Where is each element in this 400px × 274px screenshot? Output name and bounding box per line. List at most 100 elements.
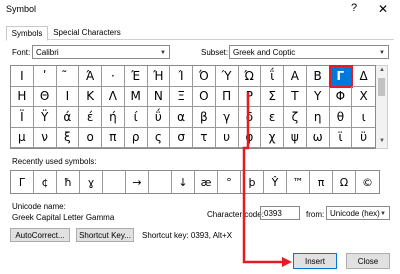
symbol-cell[interactable]: ή [102,107,125,128]
recent-symbol-cell[interactable]: Γ [11,171,34,193]
symbol-cell[interactable]: ζ [284,107,307,128]
grid-scrollbar[interactable]: ▲ ▼ [376,65,388,149]
symbol-cell[interactable]: γ [215,107,239,128]
symbol-cell[interactable]: φ [238,127,262,148]
character-code-input[interactable]: 0393 [260,206,300,220]
symbol-cell[interactable]: I [11,66,34,87]
symbol-cell[interactable]: ΐ [261,66,284,87]
recent-symbol-cell[interactable]: Ŷ [264,171,287,193]
symbol-cell[interactable]: Π [215,86,239,107]
symbol-cell[interactable]: Φ [329,86,353,107]
symbol-cell[interactable]: ί [124,107,148,128]
recent-symbol-cell[interactable]: ° [218,171,241,193]
unicode-name-value: Greek Capital Letter Gamma [12,213,115,222]
font-value: Calibri [36,48,59,57]
symbol-cell[interactable]: ʹ [33,66,57,87]
symbol-cell[interactable]: Β [306,66,330,87]
symbol-cell[interactable]: ν [33,127,57,148]
symbol-cell[interactable]: Θ [33,86,57,107]
symbol-cell[interactable]: χ [261,127,284,148]
insert-button[interactable]: Insert [293,253,337,269]
recent-symbol-cell[interactable]: Ω [333,171,356,193]
symbol-cell[interactable]: ψ [284,127,307,148]
symbol-cell[interactable]: Α [284,66,307,87]
symbol-cell[interactable]: ϊ [329,127,353,148]
symbol-cell[interactable]: Ο [193,86,216,107]
recent-symbol-cell[interactable]: ϸ [241,171,264,193]
recent-symbol-cell[interactable]: ↓ [172,171,195,193]
symbol-cell[interactable]: α [170,107,193,128]
symbol-cell[interactable]: Χ [352,87,375,107]
symbol-cell[interactable]: ͂ [56,66,80,87]
symbol-cell[interactable]: Κ [79,86,102,107]
symbol-cell[interactable]: ϋ [352,128,375,148]
symbol-cell[interactable]: Η [11,86,34,107]
symbol-cell[interactable]: Ή [147,66,171,87]
symbol-cell[interactable]: σ [170,127,193,148]
symbol-cell[interactable]: έ [79,107,102,128]
scroll-down-icon[interactable]: ▼ [377,138,387,147]
recent-symbol-cell[interactable]: æ [195,171,218,193]
subset-select[interactable]: Greek and Coptic ▼ [229,45,389,59]
symbol-cell[interactable]: ρ [124,127,148,148]
symbol-cell[interactable]: Ρ [238,86,262,107]
autocorrect-button[interactable]: AutoCorrect... [10,228,70,242]
symbol-cell[interactable]: ο [79,127,102,148]
symbol-cell[interactable]: Ξ [170,86,193,107]
symbol-cell[interactable]: Τ [284,86,307,107]
symbol-cell[interactable]: Λ [102,86,125,107]
scroll-thumb[interactable] [378,78,385,96]
recent-symbol-cell[interactable] [149,171,172,193]
recent-symbol-cell[interactable]: © [356,171,379,193]
symbol-cell[interactable]: υ [215,127,239,148]
symbol-cell[interactable]: Ϋ [33,107,57,128]
symbol-cell[interactable]: Μ [124,86,148,107]
symbol-cell[interactable]: Ι [56,86,80,107]
font-select[interactable]: Calibri ▼ [32,45,170,59]
help-button[interactable]: ? [348,2,360,16]
recent-symbol-cell[interactable]: ħ [57,171,80,193]
symbol-cell[interactable]: Ί [170,66,193,87]
symbol-cell[interactable]: Δ [352,66,375,87]
symbol-cell[interactable]: β [193,107,216,128]
tab-special-characters[interactable]: Special Characters [52,26,122,40]
scroll-up-icon[interactable]: ▲ [377,67,387,76]
symbol-cell[interactable]: ΰ [147,107,171,128]
symbol-cell[interactable]: μ [11,127,34,148]
from-select[interactable]: Unicode (hex) ▼ [326,206,390,220]
recent-symbol-cell[interactable]: π [310,171,333,193]
recent-symbol-cell[interactable] [103,171,126,193]
shortcut-key-button[interactable]: Shortcut Key... [76,228,134,242]
symbol-cell[interactable]: δ [238,107,262,128]
close-button[interactable]: Close [346,253,390,269]
recent-symbol-cell[interactable]: → [126,171,149,193]
subset-value: Greek and Coptic [233,48,296,57]
symbol-cell[interactable]: π [102,127,125,148]
symbol-cell[interactable]: Ό [193,66,216,87]
tab-symbols[interactable]: Symbols [6,26,48,41]
recent-symbol-cell[interactable]: ¢ [34,171,57,193]
symbol-cell[interactable]: ι [352,107,375,128]
symbol-cell[interactable]: ω [306,127,330,148]
symbol-cell[interactable]: Ώ [238,66,262,87]
symbol-cell[interactable]: ά [56,107,80,128]
symbol-cell[interactable]: Έ [124,66,148,87]
symbol-cell[interactable]: ξ [56,127,80,148]
symbol-cell[interactable]: Ϊ [11,107,34,128]
symbol-cell-selected[interactable]: Γ [328,65,354,88]
recent-symbol-cell[interactable]: ɣ [80,171,103,193]
symbol-cell[interactable]: θ [329,107,353,128]
close-icon[interactable]: ✕ [376,2,390,16]
recent-symbols-grid: Γ ¢ ħ ɣ → ↓ æ ° ϸ Ŷ ™ π Ω © [10,170,380,194]
symbol-cell[interactable]: Υ [306,86,330,107]
symbol-cell[interactable]: Ά [79,66,102,87]
symbol-cell[interactable]: τ [193,127,216,148]
symbol-cell[interactable]: ς [147,127,171,148]
symbol-cell[interactable]: Σ [261,86,284,107]
symbol-cell[interactable]: η [306,107,330,128]
symbol-cell[interactable]: · [102,66,125,87]
recent-symbol-cell[interactable]: ™ [287,171,310,193]
symbol-cell[interactable]: ε [261,107,284,128]
symbol-cell[interactable]: Ύ [215,66,239,87]
symbol-cell[interactable]: Ν [147,86,171,107]
